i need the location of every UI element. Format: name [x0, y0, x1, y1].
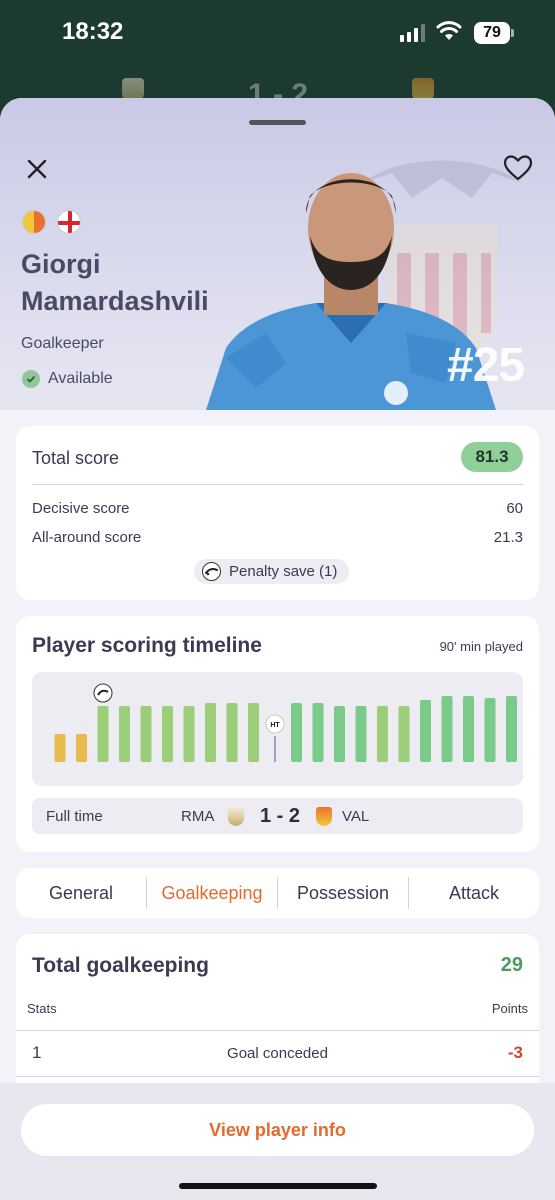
timeline-bar[interactable] — [97, 706, 109, 762]
tab-goalkeeping[interactable]: Goalkeeping — [146, 877, 277, 909]
penalty-save-marker-icon — [93, 683, 113, 703]
goalkeeper-dive-icon — [202, 562, 221, 581]
status-bar: 18:32 79 — [0, 0, 555, 70]
total-score-label: Total score — [32, 448, 120, 468]
timeline-bar[interactable] — [506, 696, 517, 762]
player-last-name: Mamardashvili — [21, 286, 209, 316]
penalty-save-chip[interactable]: Penalty save (1) — [194, 559, 350, 584]
timeline-title: Player scoring timeline — [32, 634, 262, 657]
divider — [16, 1030, 539, 1031]
timeline-svg: HT — [54, 683, 517, 762]
column-header-stats: Stats — [27, 1001, 57, 1016]
total-score-badge: 81.3 — [461, 442, 523, 472]
cellular-signal-icon — [400, 24, 425, 42]
stat-name: Goal conceded — [227, 1045, 328, 1062]
timeline-bar[interactable] — [226, 703, 238, 762]
view-player-info-button[interactable]: View player info — [21, 1104, 534, 1156]
georgia-flag-icon — [57, 210, 81, 234]
timeline-bar[interactable] — [398, 706, 410, 762]
close-button[interactable] — [22, 154, 52, 184]
full-time-row: Full time RMA 1 - 2 VAL — [32, 798, 523, 834]
player-first-name: Giorgi — [21, 249, 101, 279]
stat-points: -3 — [507, 1043, 523, 1062]
score-card: Total score 81.3 Decisive score 60 All-a… — [16, 426, 539, 600]
jersey-number: #25 — [447, 339, 525, 392]
timeline-bar[interactable] — [334, 706, 345, 762]
real-madrid-crest-icon — [228, 807, 244, 826]
availability-status: Available — [22, 370, 113, 388]
divider — [32, 484, 523, 485]
timeline-bar[interactable] — [484, 698, 496, 762]
penalty-save-label: Penalty save (1) — [229, 563, 338, 580]
timeline-bar[interactable] — [463, 696, 474, 762]
timeline-bar[interactable] — [291, 703, 302, 762]
player-name: Giorgi Mamardashvili — [21, 246, 209, 320]
timeline-bar[interactable] — [140, 706, 152, 762]
scoring-timeline-card: Player scoring timeline 90' min played H… — [16, 616, 539, 852]
minutes-played: 90' min played — [439, 639, 523, 654]
player-sheet: #25 Giorgi Mamardashvili Goalkeeper Avai… — [0, 98, 555, 1200]
scoring-timeline-chart: HT — [32, 672, 523, 786]
halftime-label: HT — [270, 722, 280, 729]
status-time: 18:32 — [62, 18, 124, 45]
timeline-bar[interactable] — [355, 706, 367, 762]
valencia-crest-icon — [316, 807, 332, 826]
divider — [16, 1076, 539, 1077]
away-team-code: VAL — [342, 808, 370, 825]
timeline-bar[interactable] — [119, 706, 130, 762]
decisive-score-value: 60 — [506, 500, 523, 517]
all-around-score-label: All-around score — [32, 529, 142, 546]
check-circle-icon — [22, 370, 40, 388]
close-icon — [27, 159, 47, 179]
full-time-score: 1 - 2 — [260, 805, 301, 827]
full-time-label: Full time — [46, 808, 103, 825]
stats-tabs: General Goalkeeping Possession Attack — [16, 868, 539, 918]
timeline-bar[interactable] — [183, 706, 195, 762]
wifi-icon — [436, 21, 462, 40]
decisive-score-label: Decisive score — [32, 500, 130, 517]
timeline-bar[interactable] — [54, 734, 66, 762]
sheet-grabber[interactable] — [249, 120, 306, 125]
timeline-bar[interactable] — [420, 700, 431, 762]
home-indicator — [179, 1183, 377, 1189]
tab-general[interactable]: General — [16, 877, 146, 909]
timeline-bar[interactable] — [312, 703, 324, 762]
halftime-marker — [274, 736, 276, 762]
timeline-bar[interactable] — [248, 703, 259, 762]
timeline-bar[interactable] — [162, 706, 173, 762]
goalkeeping-total: 29 — [500, 954, 523, 976]
tab-attack[interactable]: Attack — [408, 877, 539, 909]
player-position: Goalkeeper — [21, 335, 104, 352]
timeline-bar[interactable] — [377, 706, 388, 762]
goalkeeping-title: Total goalkeeping — [32, 954, 209, 977]
availability-label: Available — [48, 370, 113, 387]
battery-tip — [511, 29, 514, 37]
home-team-code: RMA — [181, 808, 215, 825]
battery-level: 79 — [474, 22, 510, 44]
timeline-bar[interactable] — [76, 734, 87, 762]
timeline-bar[interactable] — [205, 703, 216, 762]
timeline-bar[interactable] — [441, 696, 453, 762]
tab-possession[interactable]: Possession — [277, 877, 408, 909]
all-around-score-value: 21.3 — [493, 529, 523, 546]
valencia-crest-icon — [22, 210, 46, 234]
player-hero: #25 Giorgi Mamardashvili Goalkeeper Avai… — [0, 98, 555, 410]
column-header-points: Points — [491, 1001, 528, 1016]
